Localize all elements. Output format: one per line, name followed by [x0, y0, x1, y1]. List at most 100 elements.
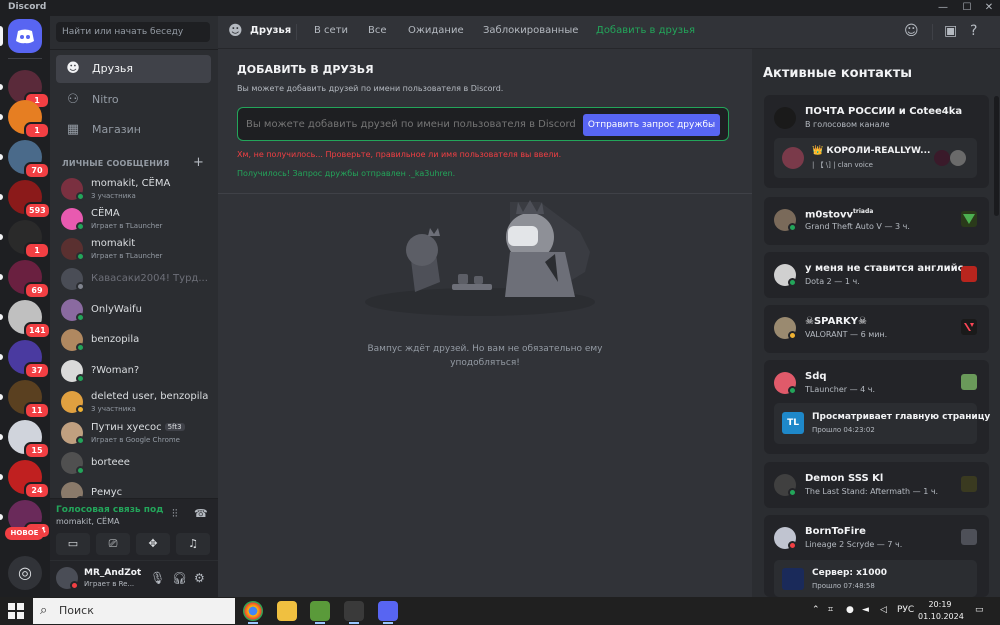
status-indicator — [788, 331, 797, 340]
active-indicator — [248, 622, 258, 624]
activities-button[interactable]: ✥ — [136, 533, 170, 555]
dm-item[interactable]: deleted user, benzopila 3 участника — [56, 388, 211, 418]
rich-presence-elapsed: Прошло 04:23:02 — [812, 426, 875, 434]
wumpus-illustration — [365, 200, 595, 316]
discord-taskbar-icon[interactable] — [378, 601, 398, 621]
active-indicator — [383, 622, 393, 624]
gear-icon[interactable]: ⚙ — [194, 571, 205, 585]
dm-item[interactable]: borteee — [56, 449, 211, 479]
dm-item[interactable]: Кавасаки2004! Турд... — [56, 265, 211, 295]
dm-item[interactable]: momakit, CЁМА 3 участника — [56, 175, 211, 205]
dm-item[interactable]: OnlyWaifu — [56, 296, 211, 326]
soundboard-button[interactable]: ♫ — [176, 533, 210, 555]
nav-friends[interactable]: ☻ Друзья — [56, 55, 211, 83]
status-indicator — [76, 374, 85, 383]
activity-card[interactable]: m0stovvtriada Grand Theft Auto V — 3 ч. — [764, 197, 989, 245]
inbox-icon[interactable]: ▣ — [944, 23, 957, 39]
windows-start-icon[interactable] — [8, 603, 24, 619]
home-button[interactable] — [8, 19, 42, 53]
screen-share-button[interactable]: ⎚ — [96, 533, 130, 555]
card-name: m0stovvtriada — [805, 208, 873, 220]
username[interactable]: MR_AndZot — [84, 568, 141, 578]
status-indicator — [76, 192, 85, 201]
headphones-icon[interactable]: 🎧︎ — [172, 571, 187, 585]
tab-blocked[interactable]: Заблокированные — [483, 25, 578, 36]
tab-pending[interactable]: Ожидание — [408, 25, 464, 36]
channel-name: | 【 \] | clan voice — [812, 161, 873, 169]
chrome-icon[interactable] — [243, 601, 263, 621]
clock[interactable]: 20:19 01.10.2024 — [918, 599, 964, 623]
voice-channel-card[interactable]: 👑 КОРОЛИ-REALLYW... | 【 \] | clan voice — [774, 138, 977, 178]
status-indicator — [76, 343, 85, 352]
tlauncher-logo-icon: TL — [782, 412, 804, 434]
file-explorer-icon[interactable] — [277, 601, 297, 621]
mention-badge: 1 — [24, 242, 50, 259]
notifications-icon[interactable]: ▭ — [975, 605, 984, 615]
nav-shop[interactable]: ▦ Магазин — [56, 116, 211, 144]
disconnect-icon[interactable]: ☎ — [194, 507, 208, 520]
dm-item[interactable]: ?Woman? — [56, 357, 211, 387]
unread-indicator — [0, 434, 3, 440]
discover-button[interactable]: ◎ — [8, 556, 42, 590]
search-input[interactable]: Найти или начать беседу — [56, 22, 210, 42]
send-request-button[interactable]: Отправить запрос дружбы — [583, 114, 720, 136]
status-indicator — [788, 223, 797, 232]
camera-button[interactable]: ▭ — [56, 533, 90, 555]
clock-time: 20:19 — [928, 600, 952, 609]
selected-indicator — [0, 26, 3, 46]
minecraft-icon[interactable] — [310, 601, 330, 621]
dm-name: Путин хуесос 5ft3 — [91, 422, 185, 433]
microphone-tray-icon[interactable]: ● — [846, 605, 854, 615]
voice-channel[interactable]: momakit, CЁМА — [56, 517, 119, 526]
activity-card[interactable]: у меня не ставится английс... Dota 2 — 1… — [764, 252, 989, 298]
tab-all[interactable]: Все — [368, 25, 387, 36]
card-activity: TLauncher — 4 ч. — [805, 385, 876, 394]
avatar — [934, 150, 950, 166]
help-icon[interactable]: ? — [970, 23, 977, 39]
cloud-app-icon[interactable] — [344, 601, 364, 621]
activity-card[interactable]: ☠SPARKY☠ VALORANT — 6 мин. — [764, 305, 989, 353]
dm-item[interactable]: Путин хуесос 5ft3 Играет в Google Chrome — [56, 419, 211, 449]
activity-card[interactable]: BornToFire Lineage 2 Scryde — 7 ч. Серве… — [764, 515, 989, 597]
chevron-up-icon[interactable]: ⌃ — [812, 605, 820, 615]
dm-item[interactable]: benzopila — [56, 326, 211, 356]
unread-indicator — [0, 394, 3, 400]
network-icon[interactable]: ⌗ — [828, 605, 833, 615]
new-badge: НОВОЕ — [5, 527, 44, 540]
card-activity: The Last Stand: Aftermath — 1 ч. — [805, 487, 939, 496]
minimize-icon[interactable]: — — [932, 0, 954, 16]
volume-icon[interactable]: ◄ — [862, 605, 869, 615]
dm-item[interactable]: CЁМА Играет в TLauncher — [56, 205, 211, 235]
status-indicator — [76, 282, 85, 291]
activity-card[interactable]: Demon SSS Kl The Last Stand: Aftermath —… — [764, 462, 989, 508]
close-icon[interactable]: ✕ — [978, 0, 1000, 16]
active-indicator — [315, 622, 325, 624]
status-indicator — [76, 405, 85, 414]
dm-subtitle: Играет в Google Chrome — [91, 436, 180, 444]
windows-taskbar: ⌕ Поиск ⌃ ⌗ ● ◄ ◁ РУС 20:19 01.10.2024 ▭ — [0, 597, 1000, 625]
shop-icon: ▦ — [66, 122, 80, 137]
maximize-icon[interactable]: ☐ — [956, 0, 978, 16]
volume-mute-icon[interactable]: ◁ — [880, 605, 887, 615]
create-dm-icon[interactable]: + — [193, 155, 204, 170]
tab-add-friend[interactable]: Добавить в друзья — [596, 25, 695, 36]
rich-presence-card: TL Просматривает главную страницу Прошло… — [774, 403, 990, 444]
noise-suppression-icon[interactable]: ⫶⫶ — [172, 507, 178, 521]
scrollbar[interactable] — [994, 96, 999, 216]
new-group-dm-icon[interactable]: ☺ — [904, 23, 919, 39]
microphone-icon[interactable]: 🎙︎ — [150, 571, 165, 585]
nav-nitro[interactable]: ⚇ Nitro — [56, 86, 211, 114]
error-message: Хм, не получилось... Проверьте, правильн… — [237, 150, 562, 159]
card-name-suffix: triada — [853, 208, 874, 215]
keyboard-language[interactable]: РУС — [897, 605, 914, 615]
activity-card[interactable]: ПОЧТА РОССИИ и Cotee4ka В голосовом кана… — [764, 95, 989, 188]
username-input[interactable] — [246, 116, 576, 132]
taskbar-search[interactable]: ⌕ Поиск — [33, 598, 235, 624]
app-title: Discord — [8, 2, 47, 12]
activity-card[interactable]: Sdq TLauncher — 4 ч. TL Просматривает гл… — [764, 360, 990, 454]
mention-badge: 593 — [24, 202, 51, 219]
add-friend-title: ДОБАВИТЬ В ДРУЗЬЯ — [237, 63, 374, 76]
tab-online[interactable]: В сети — [314, 25, 348, 36]
tab-friends: Друзья — [250, 25, 292, 36]
dm-item[interactable]: momakit Играет в TLauncher — [56, 235, 211, 265]
